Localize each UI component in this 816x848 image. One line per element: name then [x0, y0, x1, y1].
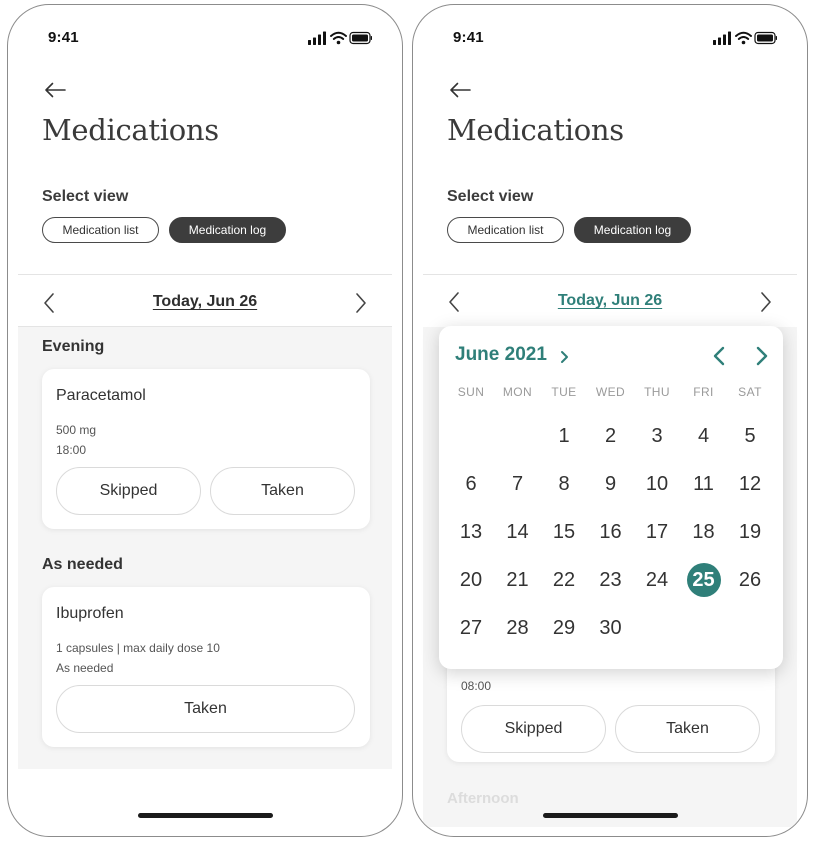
calendar-day[interactable]: 30 [594, 611, 628, 645]
section-heading-evening: Evening [42, 338, 105, 355]
calendar-day[interactable]: 28 [501, 611, 535, 645]
calendar-day[interactable]: 10 [640, 467, 674, 501]
weekday-label: SUN [457, 385, 485, 399]
status-bar: 9:41 [413, 29, 807, 49]
calendar-day[interactable]: 16 [594, 515, 628, 549]
battery-icon [349, 31, 372, 45]
taken-button[interactable]: Taken [56, 685, 355, 733]
medication-card-paracetamol: Paracetamol 500 mg 18:00 Skipped Taken [42, 369, 370, 529]
medication-time: As needed [56, 661, 114, 675]
calendar-day[interactable]: 18 [687, 515, 721, 549]
medication-card-ibuprofen: Ibuprofen 1 capsules | max daily dose 10… [42, 587, 370, 747]
calendar-day[interactable]: 8 [547, 467, 581, 501]
cellular-signal-icon [713, 31, 731, 45]
medication-list-pill[interactable]: Medication list [42, 217, 159, 243]
calendar-day[interactable]: 24 [640, 563, 674, 597]
calendar-day[interactable]: 26 [733, 563, 767, 597]
calendar-day[interactable]: 13 [454, 515, 488, 549]
calendar-day[interactable]: 7 [501, 467, 535, 501]
select-view-label: Select view [447, 188, 534, 205]
back-arrow-icon[interactable] [447, 79, 473, 101]
home-indicator [543, 813, 678, 818]
weekday-label: TUE [551, 385, 577, 399]
date-navigator: Today, Jun 26 [8, 291, 402, 315]
status-icons [308, 31, 372, 45]
skipped-button[interactable]: Skipped [461, 705, 606, 753]
current-date-link[interactable]: Today, Jun 26 [8, 293, 402, 311]
cellular-signal-icon [308, 31, 326, 45]
wifi-icon [330, 31, 347, 40]
status-time: 9:41 [453, 29, 484, 46]
calendar-day[interactable]: 1 [547, 419, 581, 453]
calendar-day[interactable]: 11 [687, 467, 721, 501]
weekday-label: FRI [693, 385, 714, 399]
calendar-day[interactable]: 12 [733, 467, 767, 501]
medication-dose: 500 mg [56, 423, 97, 437]
taken-button[interactable]: Taken [210, 467, 355, 515]
month-year-selector[interactable]: June 2021 [455, 344, 547, 366]
medication-name: Paracetamol [56, 387, 146, 404]
calendar-day[interactable]: 9 [594, 467, 628, 501]
divider [423, 274, 797, 275]
medication-dose: 1 capsules | max daily dose 10 [56, 641, 220, 655]
calendar-day[interactable]: 21 [501, 563, 535, 597]
calendar-day[interactable]: 17 [640, 515, 674, 549]
medication-log-pill[interactable]: Medication log [574, 217, 691, 243]
calendar-day[interactable]: 29 [547, 611, 581, 645]
taken-button[interactable]: Taken [615, 705, 760, 753]
medication-log-pill[interactable]: Medication log [169, 217, 286, 243]
calendar-day[interactable]: 5 [733, 419, 767, 453]
calendar-day[interactable]: 3 [640, 419, 674, 453]
medication-time: 18:00 [56, 443, 87, 457]
medication-time: 08:00 [461, 679, 492, 693]
home-indicator [138, 813, 273, 818]
calendar-day[interactable]: 20 [454, 563, 488, 597]
back-arrow-icon[interactable] [42, 79, 68, 101]
phone-screen-medication-log: 9:41 Medications Select view Medication … [7, 4, 403, 837]
chevron-right-icon[interactable] [558, 348, 572, 366]
calendar-day[interactable]: 19 [733, 515, 767, 549]
status-icons [713, 31, 777, 45]
medication-list-pill[interactable]: Medication list [447, 217, 564, 243]
medication-name: Ibuprofen [56, 605, 124, 622]
calendar-day[interactable]: 27 [454, 611, 488, 645]
page-title: Medications [447, 113, 624, 147]
weekday-label: SAT [738, 385, 762, 399]
next-day-chevron-icon[interactable] [348, 291, 372, 315]
calendar-day[interactable]: 6 [454, 467, 488, 501]
page-title: Medications [42, 113, 219, 147]
calendar-day[interactable]: 22 [547, 563, 581, 597]
section-heading-as-needed: As needed [42, 556, 123, 573]
next-day-chevron-icon[interactable] [753, 290, 777, 314]
section-heading-afternoon: Afternoon [447, 790, 519, 807]
calendar-day[interactable]: 2 [594, 419, 628, 453]
calendar-day[interactable]: 14 [501, 515, 535, 549]
calendar-day-selected[interactable]: 25 [686, 563, 721, 597]
calendar-day[interactable]: 4 [687, 419, 721, 453]
battery-icon [754, 31, 777, 45]
phone-screen-date-picker: 9:41 Medications Select view Medication … [412, 4, 808, 837]
previous-month-chevron-icon[interactable] [709, 345, 731, 367]
weekday-label: WED [595, 385, 626, 399]
current-date-link[interactable]: Today, Jun 26 [413, 292, 807, 310]
calendar-day[interactable]: 23 [594, 563, 628, 597]
status-bar: 9:41 [8, 29, 402, 49]
date-picker-popover: June 2021 SUN MON TUE WED THU FRI SAT 12345678… [439, 326, 783, 669]
next-month-chevron-icon[interactable] [750, 345, 772, 367]
divider [18, 274, 392, 275]
skipped-button[interactable]: Skipped [56, 467, 201, 515]
calendar-day[interactable]: 15 [547, 515, 581, 549]
wifi-icon [735, 31, 752, 40]
weekday-label: THU [644, 385, 670, 399]
date-navigator: Today, Jun 26 [413, 290, 807, 314]
weekday-label: MON [502, 385, 533, 399]
select-view-label: Select view [42, 188, 129, 205]
status-time: 9:41 [48, 29, 79, 46]
